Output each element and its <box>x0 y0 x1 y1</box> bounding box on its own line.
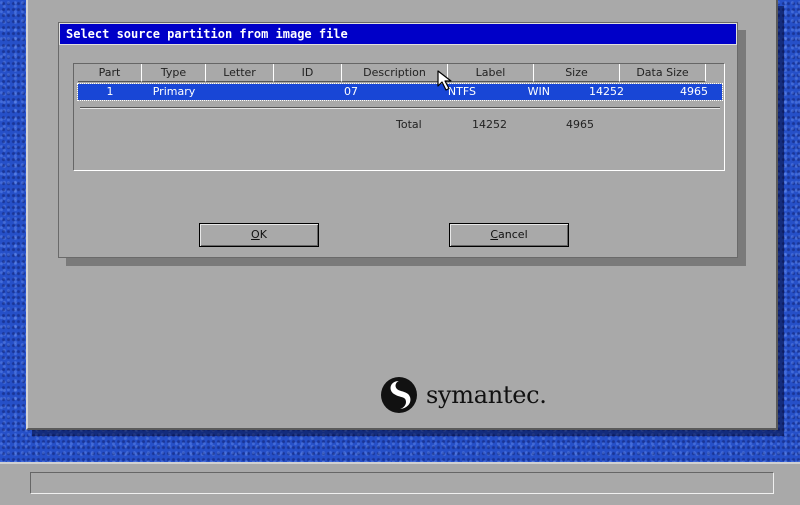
column-header-label[interactable]: Label <box>448 64 534 82</box>
symantec-logo: symantec. <box>380 376 547 414</box>
status-field <box>30 472 774 494</box>
totals-data-size: 4965 <box>566 118 594 131</box>
select-partition-dialog: Select source partition from image file … <box>58 22 738 258</box>
ok-button[interactable]: OK <box>199 223 319 247</box>
totals-divider <box>80 107 720 109</box>
column-header-size[interactable]: Size <box>534 64 620 82</box>
totals-size: 14252 <box>472 118 507 131</box>
column-header-part[interactable]: Part <box>78 64 142 82</box>
cell-part: 1 <box>106 85 114 98</box>
cancel-button[interactable]: Cancel <box>449 223 569 247</box>
column-header-data-size[interactable]: Data Size <box>620 64 706 82</box>
table-header: Part Type Letter ID Description Label Si… <box>78 64 706 82</box>
cell-size: 14252 <box>589 85 624 98</box>
column-header-type[interactable]: Type <box>142 64 206 82</box>
cell-letter <box>206 84 274 100</box>
cell-id: 07 <box>344 85 358 98</box>
column-header-letter[interactable]: Letter <box>206 64 274 82</box>
totals-label: Total <box>396 118 422 131</box>
dialog-title: Select source partition from image file <box>59 23 737 45</box>
cell-data-size: 4965 <box>680 85 708 98</box>
cell-description: NTFS <box>447 85 476 98</box>
cell-type: Primary <box>152 85 196 98</box>
totals-row: Total 14252 4965 <box>74 118 724 134</box>
column-header-description[interactable]: Description <box>342 64 448 82</box>
table-row-selected[interactable]: 1 Primary 07 NTFS WIN 14252 4965 <box>77 83 723 101</box>
symantec-logo-text: symantec. <box>426 381 547 409</box>
column-header-id[interactable]: ID <box>274 64 342 82</box>
partition-table: Part Type Letter ID Description Label Si… <box>73 63 725 171</box>
mouse-pointer-icon <box>437 70 452 91</box>
symantec-swirl-icon <box>381 377 417 413</box>
cell-label: WIN <box>527 85 550 98</box>
status-bar <box>0 462 800 505</box>
